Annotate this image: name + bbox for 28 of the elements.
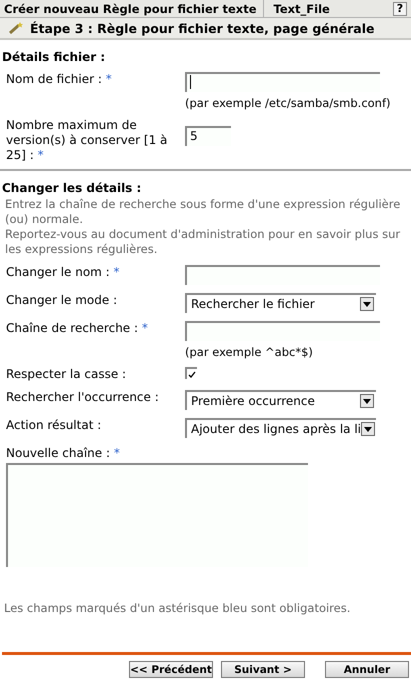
field-label: Nouvelle chaîne : * (6, 446, 121, 460)
step-title: Étape 3 : Règle pour fichier texte, page générale (30, 20, 374, 36)
number-field[interactable]: 5 (185, 126, 231, 146)
dropdown[interactable]: Rechercher le fichier (185, 293, 376, 313)
field-label: Rechercher l'occurrence : (6, 390, 160, 406)
object-name: Text_File (272, 0, 331, 18)
field-label: Nom de fichier : * (6, 72, 113, 88)
dropdown[interactable]: Première occurrence (185, 390, 376, 410)
field-label: Respecter la casse : (6, 367, 128, 382)
field-label: Chaîne de recherche : * (6, 321, 149, 337)
hint-text: (par exemple ^abc*$) (185, 345, 314, 359)
section-title: Détails fichier : (2, 50, 106, 64)
help-button[interactable]: ? (393, 2, 407, 16)
field-label: Action résultat : (6, 418, 102, 434)
checkbox[interactable] (185, 367, 197, 379)
wizard-button[interactable]: Annuler (325, 661, 409, 678)
hint-text: (par exemple /etc/samba/smb.conf) (185, 96, 392, 110)
section-title: Changer les détails : (2, 181, 142, 195)
wand-icon (8, 21, 24, 35)
wizard-button[interactable]: << Précédent (129, 661, 213, 678)
field-label: Changer le nom : * (6, 265, 121, 281)
wizard-button[interactable]: Suivant > (221, 661, 305, 678)
field-label: Changer le mode : (6, 293, 118, 309)
description-text: Reportez-vous au document d'administration pour en savoir plus sur les expressions régulières. (4, 227, 402, 257)
required-note: Les champs marqués d'un astérisque bleu sont obligatoires. (3, 600, 352, 615)
field-label: Nombre maximum de version(s) à conserver [1 à 25] : * (6, 118, 168, 163)
dropdown[interactable]: Ajouter des lignes après la li (185, 418, 376, 438)
description-text: Entrez la chaîne de recherche sous forme d'une expression régulière (ou) normale. (4, 197, 402, 227)
